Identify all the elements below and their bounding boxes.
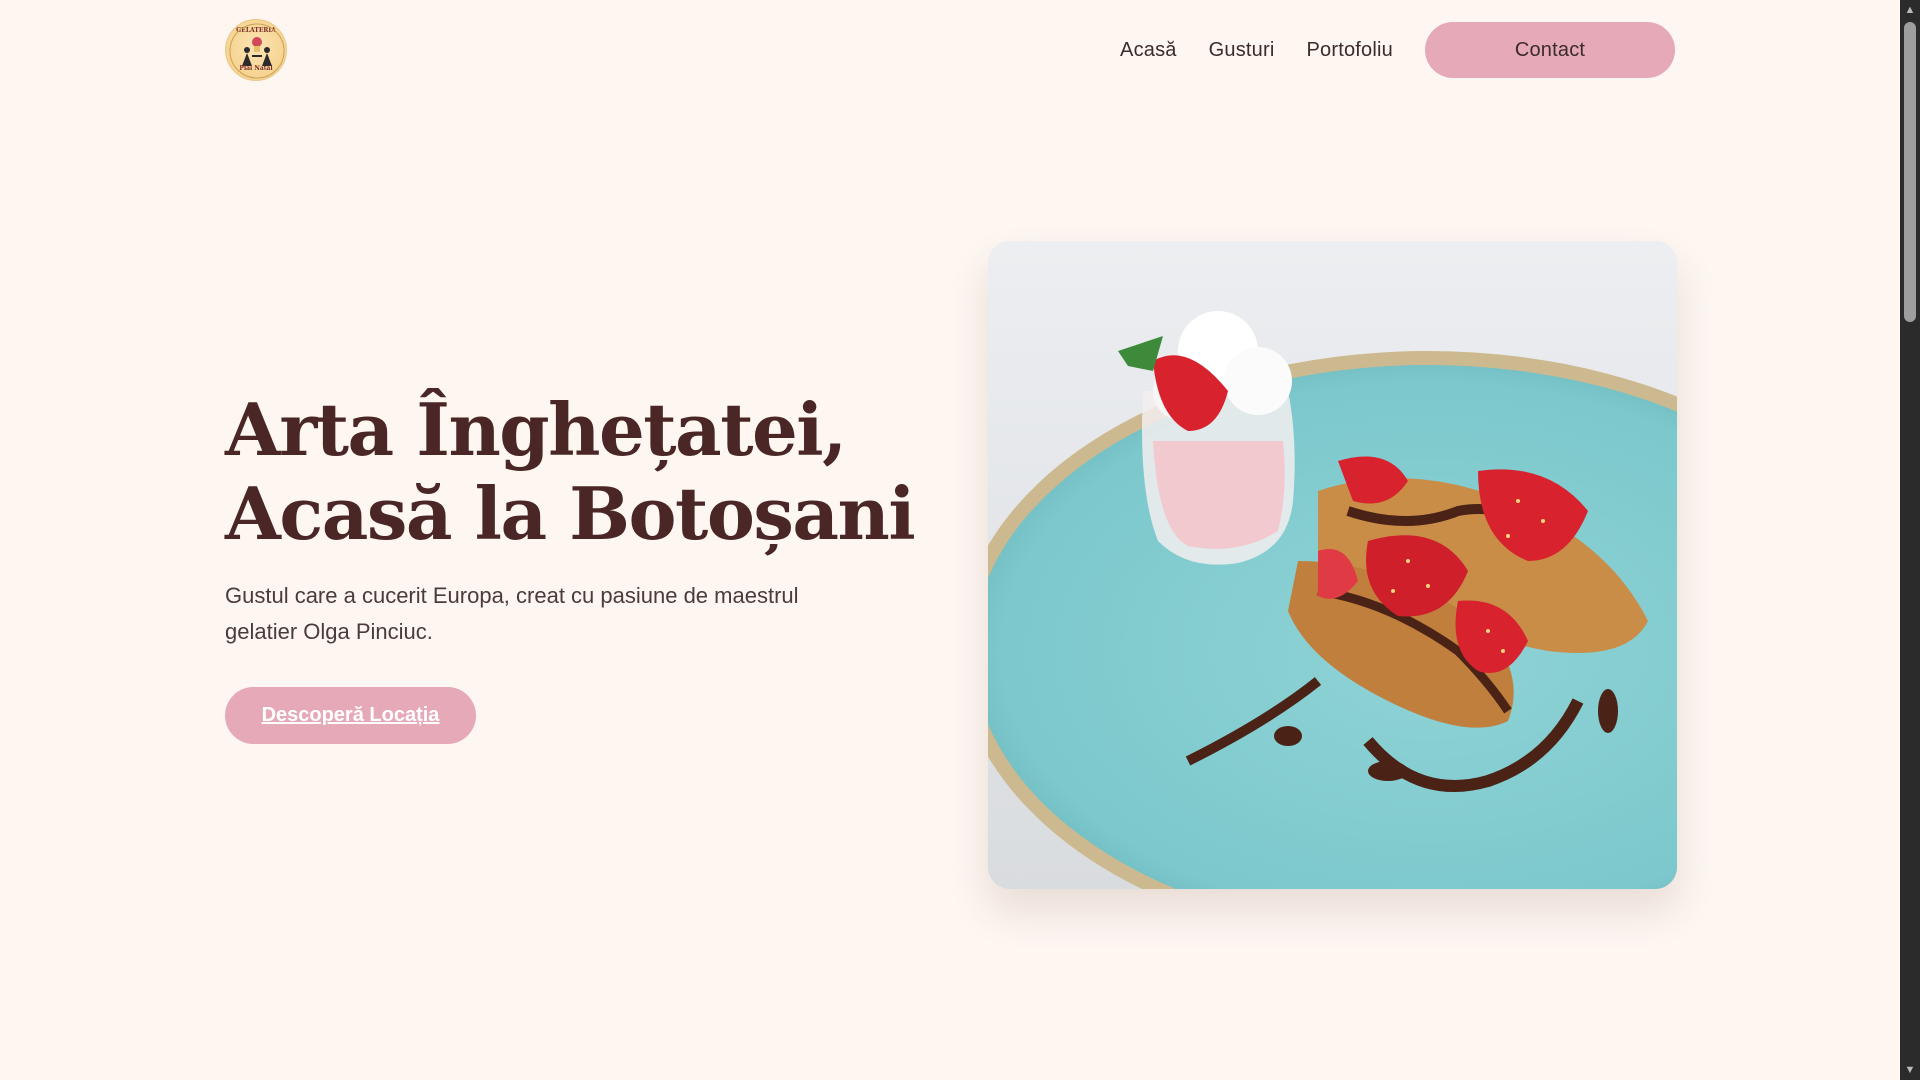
logo-bottom-text: Plai Natal <box>239 65 273 72</box>
gelateria-logo[interactable]: GELATERIA Plai Natal <box>225 19 287 81</box>
contact-button[interactable]: Contact <box>1425 22 1675 78</box>
nav-item-gusturi[interactable]: Gusturi <box>1209 39 1275 62</box>
site-header: GELATERIA Plai Natal Acasă Gusturi Porto… <box>0 0 1900 100</box>
hero-title-line-1: Arta Înghețatei, <box>225 387 847 472</box>
hero-title-line-2: Acasă la Botoșani <box>225 471 916 556</box>
main-nav: Acasă Gusturi Portofoliu Contact <box>1120 22 1675 78</box>
nav-item-portofoliu[interactable]: Portofoliu <box>1307 39 1394 62</box>
nav-item-acasa[interactable]: Acasă <box>1120 39 1177 62</box>
page-scrollbar[interactable]: ▲ ▼ <box>1900 0 1920 1080</box>
hero-title: Arta Înghețatei, Acasă la Botoșani <box>225 387 916 556</box>
waffle-dessert-image <box>988 241 1677 889</box>
discover-location-button[interactable]: Descoperă Locația <box>225 687 476 744</box>
scroll-thumb[interactable] <box>1904 22 1916 322</box>
scroll-up-arrow-icon[interactable]: ▲ <box>1900 0 1920 20</box>
hero-dessert-photo <box>988 241 1677 889</box>
hero-subtitle: Gustul care a cucerit Europa, creat cu p… <box>225 583 799 644</box>
scroll-down-arrow-icon[interactable]: ▼ <box>1900 1060 1920 1080</box>
